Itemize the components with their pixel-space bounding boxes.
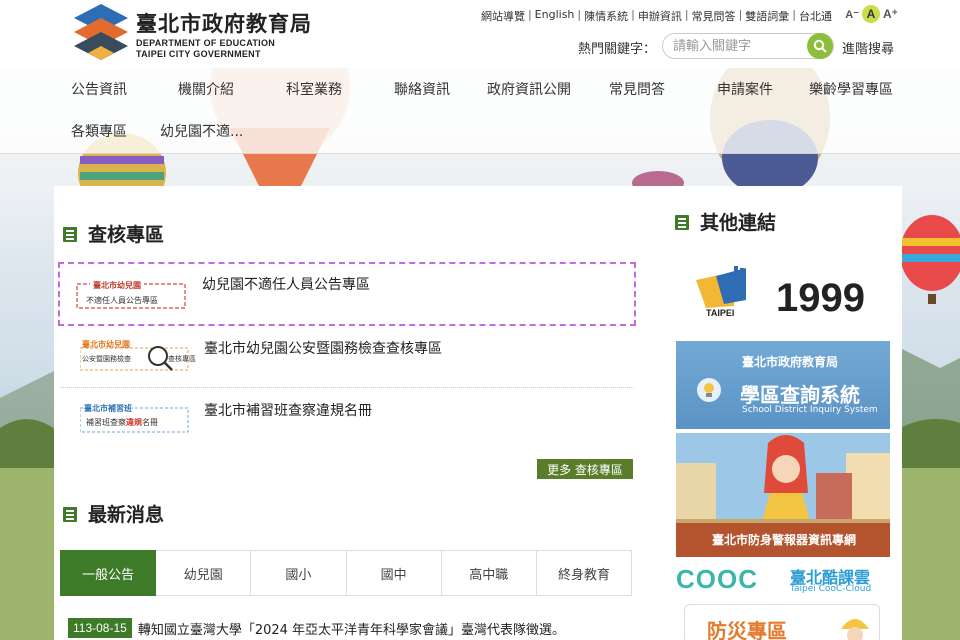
toplink-petition[interactable]: 陳情系統 bbox=[584, 8, 628, 24]
toplink-taipeipass[interactable]: 台北通 bbox=[799, 8, 832, 24]
district-title: 學區查詢系統 bbox=[740, 383, 860, 407]
cooc-letters: COOC bbox=[676, 564, 758, 594]
toplink-sitemap[interactable]: 網站導覽 bbox=[481, 8, 525, 24]
hotline-1999-banner[interactable]: TAIPEI 1999 bbox=[676, 266, 876, 330]
badge-line1: 臺北市補習班 bbox=[84, 403, 132, 414]
badge-line3: 查核專區 bbox=[168, 355, 196, 363]
brand-subtitle-line1: DEPARTMENT OF EDUCATION bbox=[136, 38, 276, 48]
separator: | bbox=[631, 8, 635, 21]
badge-line2: 公安暨園務檢查 bbox=[82, 355, 131, 363]
helmet-icon bbox=[841, 619, 869, 640]
separator: | bbox=[577, 8, 582, 21]
cooc-en: Taipei CooC-Cloud bbox=[790, 584, 872, 594]
news-title-text: 最新消息 bbox=[88, 504, 165, 526]
review-item-kindergarten-safety[interactable]: 臺北市幼兒園 公安暨園務檢查 查核專區 臺北市幼兒園公安暨園務檢查查核專區 bbox=[60, 326, 634, 388]
advanced-search-link[interactable]: 進階搜尋 bbox=[842, 38, 894, 57]
separator: | bbox=[684, 8, 689, 21]
font-medium-button[interactable]: A bbox=[862, 5, 880, 23]
toplink-glossary[interactable]: 雙語詞彙 bbox=[745, 8, 789, 24]
brand-title: 臺北市政府教育局 bbox=[136, 12, 312, 36]
badge-line2: 不適任人員公告專區 bbox=[86, 296, 158, 305]
separator: | bbox=[527, 8, 532, 21]
review-title-text: 查核專區 bbox=[88, 224, 165, 246]
nav-gov-info[interactable]: 政府資訊公開 bbox=[487, 79, 571, 99]
search-box bbox=[662, 33, 834, 59]
news-tabs: 一般公告 幼兒園 國小 國中 高中職 終身教育 bbox=[60, 550, 633, 596]
other-links-title-text: 其他連結 bbox=[700, 212, 777, 234]
nav-faq[interactable]: 常見問答 bbox=[609, 79, 665, 99]
education-bureau-logo[interactable] bbox=[74, 4, 128, 62]
separator: | bbox=[738, 8, 743, 21]
toplink-application[interactable]: 申辦資訊 bbox=[638, 8, 682, 24]
district-en: School District Inquiry System bbox=[742, 405, 878, 415]
news-item[interactable]: 113-08-15 轉知國立臺灣大學「2024 年亞太平洋青年科學家會議」臺灣代… bbox=[68, 618, 565, 638]
book-icon bbox=[675, 214, 689, 230]
book-icon bbox=[63, 506, 77, 522]
news-section-title: 最新消息 bbox=[62, 500, 164, 527]
hotline-number: 1999 bbox=[776, 276, 865, 320]
review-item-label[interactable]: 幼兒園不適任人員公告專區 bbox=[202, 274, 370, 294]
tab-kindergarten[interactable]: 幼兒園 bbox=[156, 550, 252, 596]
nav-announcements[interactable]: 公告資訊 bbox=[71, 79, 127, 99]
font-small-button[interactable]: A⁻ bbox=[845, 8, 859, 21]
badge-line4: 名冊 bbox=[142, 418, 158, 427]
district-org: 臺北市政府教育局 bbox=[742, 355, 839, 369]
balloon-rainbow bbox=[900, 215, 960, 304]
nav-divisions[interactable]: 科室業務 bbox=[286, 79, 342, 99]
tab-junior-high[interactable]: 國中 bbox=[346, 550, 442, 596]
disaster-title: 防災專區 bbox=[707, 619, 787, 640]
font-size-controls: A⁻ A A⁺ bbox=[845, 5, 898, 23]
site-header: 臺北市政府教育局 DEPARTMENT OF EDUCATION TAIPEI … bbox=[0, 0, 960, 68]
nav-kindergarten-unfit[interactable]: 幼兒園不適... bbox=[160, 121, 243, 141]
self-defense-alarm-banner[interactable]: 臺北市防身警報器資訊專網 bbox=[676, 433, 890, 557]
book-icon bbox=[63, 226, 77, 242]
tab-elementary[interactable]: 國小 bbox=[251, 550, 347, 596]
main-content: 查核專區 臺北市幼兒園 不適任人員公告專區 幼兒園不適任人員公告專區 臺北市幼兒… bbox=[54, 186, 902, 640]
other-links-title: 其他連結 bbox=[674, 208, 776, 235]
lightbulb-icon bbox=[697, 378, 721, 402]
hotline-city: TAIPEI bbox=[706, 308, 735, 318]
review-item-cram-school[interactable]: 臺北市補習班 補習班查察違規名冊 臺北市補習班查察違規名冊 bbox=[60, 388, 634, 450]
badge-line2: 補習班查察 bbox=[86, 418, 126, 427]
alarm-title: 臺北市防身警報器資訊專網 bbox=[712, 533, 857, 547]
main-nav: 公告資訊 機關介紹 科室業務 聯絡資訊 政府資訊公開 常見問答 申請案件 樂齡學… bbox=[0, 68, 960, 154]
news-text[interactable]: 轉知國立臺灣大學「2024 年亞太平洋青年科學家會議」臺灣代表隊徵選。 bbox=[138, 619, 565, 638]
nav-contact[interactable]: 聯絡資訊 bbox=[394, 79, 450, 99]
tab-lifelong[interactable]: 終身教育 bbox=[536, 550, 633, 596]
review-section-title: 查核專區 bbox=[62, 220, 164, 247]
badge-line3: 違規 bbox=[126, 418, 142, 427]
nav-about[interactable]: 機關介紹 bbox=[178, 79, 234, 99]
badge-text-row: 補習班查察違規名冊 bbox=[86, 417, 158, 428]
search-input[interactable] bbox=[663, 34, 799, 58]
toplink-english[interactable]: English bbox=[535, 8, 575, 24]
review-item-kindergarten-unfit[interactable]: 臺北市幼兒園 不適任人員公告專區 幼兒園不適任人員公告專區 bbox=[58, 262, 636, 326]
nav-senior-learning[interactable]: 樂齡學習專區 bbox=[809, 79, 893, 99]
search-icon bbox=[813, 39, 827, 53]
badge-line1: 臺北市幼兒園 bbox=[90, 280, 144, 291]
school-district-banner[interactable]: 臺北市政府教育局 學區查詢系統 School District Inquiry … bbox=[676, 341, 890, 429]
top-links: 網站導覽 | English | 陳情系統 | 申辦資訊 | 常見問答 | 雙語詞彙 | 台… bbox=[481, 8, 832, 24]
separator: | bbox=[792, 8, 796, 21]
nav-special-zones[interactable]: 各類專區 bbox=[71, 121, 127, 141]
tab-general[interactable]: 一般公告 bbox=[60, 550, 157, 596]
review-item-label[interactable]: 臺北市補習班查察違規名冊 bbox=[204, 400, 372, 420]
disaster-prevention-banner[interactable]: 防災專區 bbox=[684, 604, 880, 640]
news-date: 113-08-15 bbox=[68, 618, 132, 638]
brand-block[interactable]: 臺北市政府教育局 DEPARTMENT OF EDUCATION TAIPEI … bbox=[136, 8, 312, 60]
tab-senior-high[interactable]: 高中職 bbox=[441, 550, 537, 596]
review-item-label[interactable]: 臺北市幼兒園公安暨園務檢查查核專區 bbox=[204, 338, 442, 358]
badge-line1: 臺北市幼兒園 bbox=[82, 340, 130, 349]
search-button[interactable] bbox=[807, 33, 833, 59]
font-large-button[interactable]: A⁺ bbox=[883, 7, 898, 21]
brand-subtitle-line2: TAIPEI CITY GOVERNMENT bbox=[136, 49, 261, 59]
more-review-button[interactable]: 更多 查核專區 bbox=[537, 459, 633, 479]
cooc-cloud-banner[interactable]: COOC 臺北酷課雲 Taipei CooC-Cloud bbox=[676, 562, 890, 598]
nav-applications[interactable]: 申請案件 bbox=[717, 79, 773, 99]
hot-keyword-label: 熱門關鍵字： bbox=[578, 42, 657, 57]
toplink-faq[interactable]: 常見問答 bbox=[692, 8, 736, 24]
